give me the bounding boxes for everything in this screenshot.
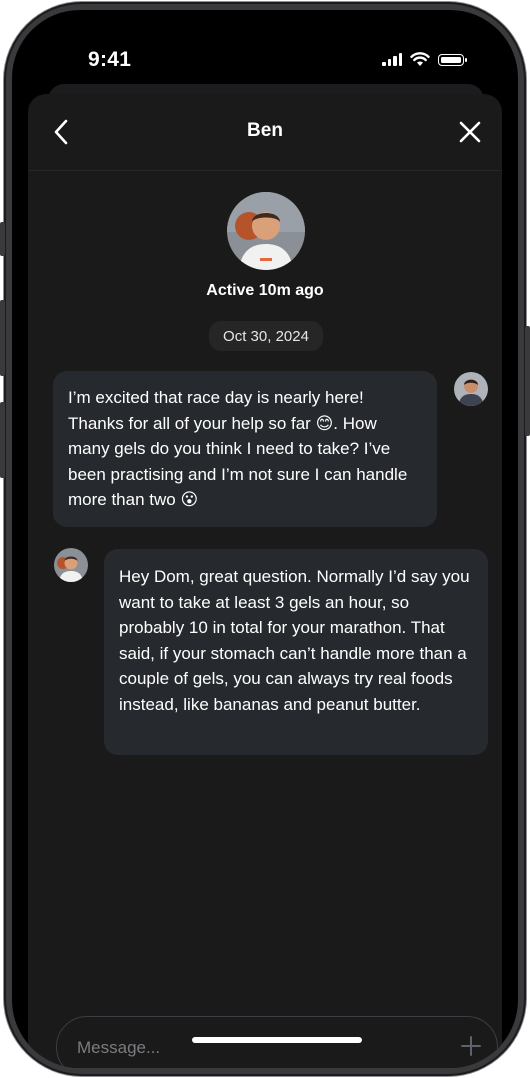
date-divider: Oct 30, 2024 [209, 321, 323, 351]
power-button [525, 326, 530, 436]
status-icons [382, 52, 467, 67]
volume-down-button [0, 402, 5, 478]
chat-sheet: Ben Active 10m ago Oct 30, 2024 I’m exci… [28, 94, 502, 1068]
active-status: Active 10m ago [206, 282, 324, 299]
screen: 9:41 Ben Active 10m ago Oct 30, 2024 I’m… [12, 10, 518, 1068]
message-bubble-incoming: Hey Dom, great question. Normally I’d sa… [104, 549, 488, 755]
page-title: Ben [247, 120, 283, 141]
volume-up-button [0, 300, 5, 376]
home-indicator[interactable] [192, 1037, 362, 1043]
silent-switch [0, 222, 5, 256]
add-attachment-button[interactable] [459, 1034, 483, 1058]
message-bubble-outgoing: I’m excited that race day is nearly here… [53, 371, 437, 527]
contact-avatar-small [54, 548, 88, 582]
user-avatar [454, 372, 488, 406]
chat-header: Ben [28, 94, 502, 171]
status-time: 9:41 [88, 48, 132, 71]
close-button[interactable] [456, 118, 484, 146]
wifi-icon [410, 52, 430, 66]
signal-icon [382, 53, 402, 66]
contact-avatar[interactable] [227, 192, 305, 270]
battery-icon [438, 53, 467, 66]
